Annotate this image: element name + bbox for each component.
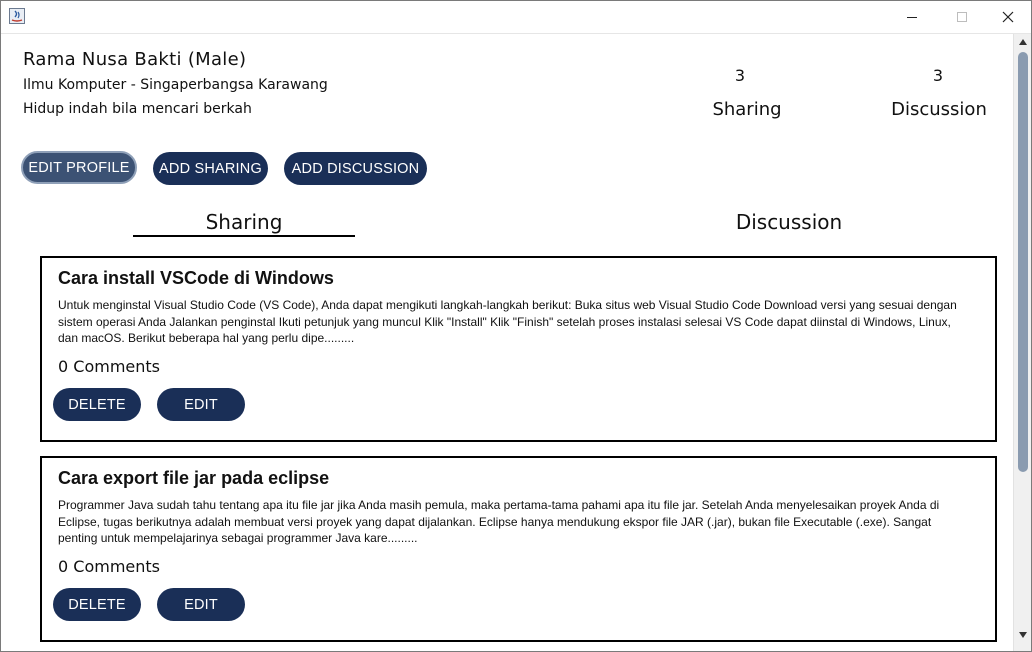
profile-bio: Hidup indah bila mencari berkah — [23, 101, 252, 117]
scroll-up-icon — [1019, 39, 1027, 45]
title-bar — [1, 1, 1031, 34]
delete-button[interactable]: DELETE — [53, 588, 141, 621]
add-sharing-button[interactable]: ADD SHARING — [153, 152, 268, 185]
vertical-scrollbar[interactable] — [1013, 34, 1031, 651]
tab-discussion[interactable]: Discussion — [691, 210, 887, 234]
app-window: Rama Nusa Bakti (Male) Ilmu Komputer - S… — [0, 0, 1032, 652]
sharing-count-label: Sharing — [712, 99, 782, 120]
delete-button[interactable]: DELETE — [53, 388, 141, 421]
maximize-icon — [957, 12, 967, 22]
scroll-up-button[interactable] — [1014, 34, 1031, 50]
scroll-thumb[interactable] — [1018, 52, 1028, 472]
sharing-card: Cara export file jar pada eclipse Progra… — [40, 456, 997, 642]
post-comments-count: 0 Comments — [58, 557, 160, 576]
post-body: Untuk menginstal Visual Studio Code (VS … — [58, 298, 957, 345]
discussion-count-label: Discussion — [891, 99, 987, 120]
profile-page: Rama Nusa Bakti (Male) Ilmu Komputer - S… — [1, 34, 1013, 651]
tab-sharing[interactable]: Sharing — [133, 210, 355, 234]
minimize-icon — [907, 17, 917, 18]
post-title: Cara export file jar pada eclipse — [58, 468, 330, 488]
sharing-count: 3 — [734, 66, 746, 85]
scroll-down-button[interactable] — [1014, 627, 1031, 643]
minimize-button[interactable] — [889, 1, 935, 33]
add-discussion-button[interactable]: ADD DISCUSSION — [284, 152, 427, 185]
profile-name: Rama Nusa Bakti (Male) — [23, 49, 247, 70]
post-title: Cara install VSCode di Windows — [58, 268, 334, 288]
scroll-down-icon — [1019, 632, 1027, 638]
close-icon — [1002, 11, 1014, 23]
post-body: Programmer Java sudah tahu tentang apa i… — [58, 498, 940, 545]
java-app-icon — [9, 8, 25, 24]
sharing-card: Cara install VSCode di Windows Untuk men… — [40, 256, 997, 442]
discussion-count: 3 — [932, 66, 944, 85]
edit-profile-button[interactable]: EDIT PROFILE — [21, 151, 137, 184]
tab-sharing-underline — [133, 235, 355, 237]
post-comments-count: 0 Comments — [58, 357, 160, 376]
profile-major: Ilmu Komputer - Singaperbangsa Karawang — [23, 77, 328, 93]
edit-button[interactable]: EDIT — [157, 388, 245, 421]
edit-button[interactable]: EDIT — [157, 588, 245, 621]
close-button[interactable] — [985, 1, 1031, 33]
maximize-button[interactable] — [939, 1, 985, 33]
